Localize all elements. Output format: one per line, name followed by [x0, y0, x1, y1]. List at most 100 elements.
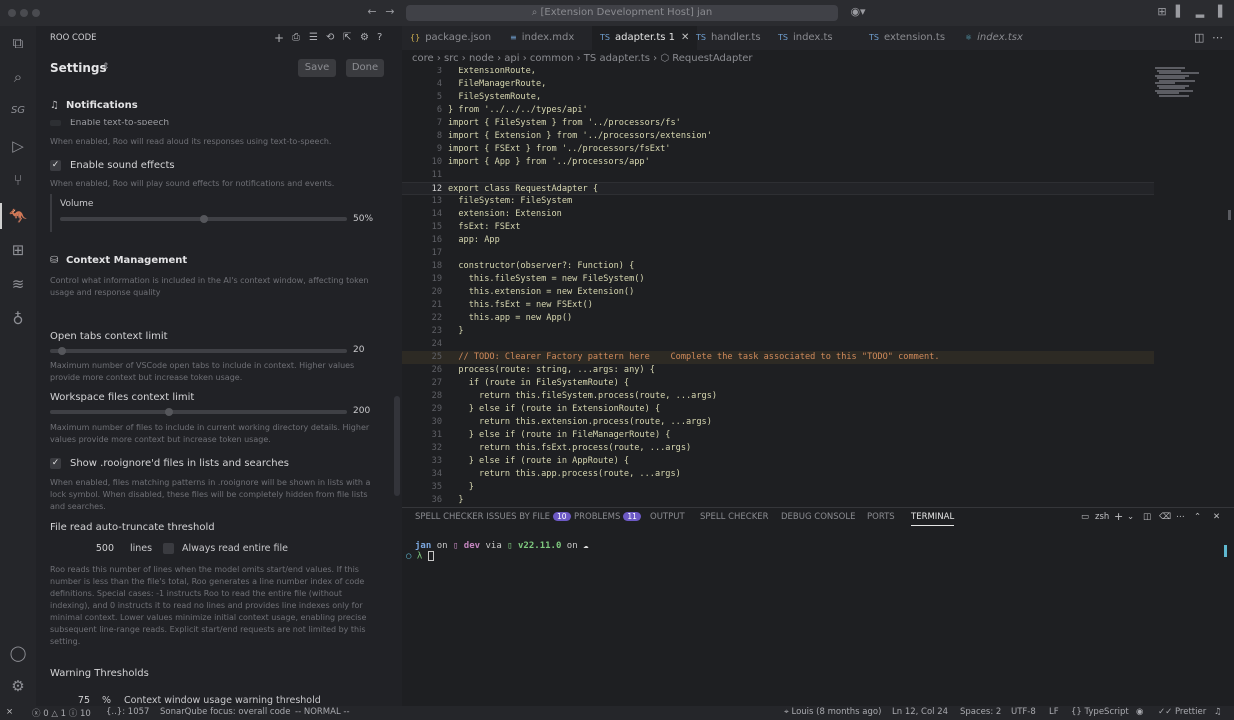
code-line[interactable]: 3 ExtensionRoute, — [402, 67, 1154, 78]
new-terminal-plus-icon[interactable]: + — [1114, 510, 1123, 523]
warning-threshold-input[interactable]: 75 — [70, 695, 90, 706]
copilot-status-icon[interactable]: ◉ — [1136, 707, 1143, 717]
tab-index-ts[interactable]: TS index.ts — [778, 26, 833, 50]
code-line[interactable]: 7 import { FileSystem } from '../processo… — [402, 117, 1154, 130]
code-line[interactable]: 36 } — [402, 494, 1154, 507]
indentation-status[interactable]: Spaces: 2 — [960, 707, 1001, 717]
minimize-window-button[interactable] — [20, 9, 28, 17]
code-line[interactable]: 16 app: App — [402, 234, 1154, 247]
split-editor-icon[interactable]: ◫ — [1194, 26, 1204, 50]
code-line[interactable]: 19 this.fileSystem = new FileSystem() — [402, 273, 1154, 286]
code-line[interactable]: 26 process(route: string, ...args: any) … — [402, 364, 1154, 377]
editor-scrollbar[interactable] — [1228, 210, 1231, 220]
volume-slider-thumb[interactable] — [199, 215, 208, 223]
source-control-icon[interactable]: ⑂ — [8, 170, 28, 190]
open-tabs-slider-thumb[interactable] — [57, 347, 66, 355]
code-line[interactable]: 33 } else if (route in AppRoute) { — [402, 455, 1154, 468]
code-line[interactable]: 18 constructor(observer?: Function) { — [402, 260, 1154, 273]
code-line[interactable]: 15 fsExt: FSExt — [402, 221, 1154, 234]
help-icon[interactable]: ? — [377, 32, 382, 43]
code-line[interactable]: 17 — [402, 247, 1154, 260]
code-line[interactable]: 13 fileSystem: FileSystem — [402, 195, 1154, 208]
code-line[interactable]: 25 // TODO: Clearer Factory pattern here… — [402, 351, 1154, 364]
problems-status[interactable]: ⓧ 0 △ 1 ⓘ 10 — [32, 707, 91, 719]
git-blame-status[interactable]: ⌖ Louis (8 months ago) — [784, 707, 881, 717]
explorer-icon[interactable]: ⧉ — [8, 33, 28, 53]
trash-icon[interactable]: ⌫ — [1159, 512, 1171, 522]
manage-gear-icon[interactable]: ⚙ — [8, 676, 28, 696]
language-status[interactable]: {} TypeScript — [1071, 707, 1129, 717]
code-line[interactable]: 10 import { App } from '../processors/app… — [402, 156, 1154, 169]
lightbulb-icon[interactable]: ♁ — [8, 309, 28, 329]
chevron-down-icon[interactable]: ⌄ — [1127, 512, 1134, 522]
code-line[interactable]: 30 return this.extension.process(route, … — [402, 416, 1154, 429]
volume-slider[interactable] — [60, 215, 347, 223]
maximize-window-button[interactable] — [32, 9, 40, 17]
tab-index-mdx[interactable]: ≡ index.mdx — [510, 26, 574, 50]
workspace-files-slider[interactable] — [50, 408, 347, 416]
code-editor[interactable]: 3 ExtensionRoute, 4 FileManagerRoute, 5 Fi… — [402, 67, 1162, 507]
more-actions-icon[interactable]: ⋯ — [1176, 512, 1185, 522]
code-line[interactable]: 5 FileSystemRoute, — [402, 91, 1154, 104]
save-button[interactable]: Save — [298, 59, 336, 77]
tab-spell-checker-issues[interactable]: SPELL CHECKER ISSUES BY FILE 10 — [415, 512, 571, 522]
tab-ports[interactable]: PORTS — [867, 512, 895, 522]
toggle-panel-icon[interactable]: ▂ — [1194, 6, 1206, 18]
chevron-updown-icon[interactable]: ⇕ — [102, 62, 110, 72]
panel-scrollbar[interactable] — [394, 396, 400, 496]
back-arrow-icon[interactable]: ← — [366, 6, 378, 18]
open-tabs-slider[interactable] — [50, 347, 347, 355]
split-terminal-icon[interactable]: ◫ — [1143, 512, 1151, 522]
close-panel-icon[interactable]: ✕ — [1213, 512, 1220, 522]
sound-effects-checkbox[interactable]: ✓ — [50, 160, 61, 171]
workspace-files-slider-thumb[interactable] — [164, 408, 173, 416]
tab-index-tsx[interactable]: ⚛ index.tsx — [965, 26, 1023, 50]
terminal[interactable]: jan on ▯ dev via ▯ v22.11.0 on ☁ ○ λ — [402, 529, 1234, 706]
toggle-secondary-sidebar-icon[interactable]: ▐ — [1212, 6, 1224, 18]
tab-spell-checker[interactable]: SPELL CHECKER — [700, 512, 769, 522]
code-line[interactable]: 11 — [402, 169, 1154, 182]
remote-icon[interactable]: ⨯ — [6, 707, 13, 717]
code-line[interactable]: 6} from '../../../types/api' — [402, 104, 1154, 117]
close-window-button[interactable] — [8, 9, 16, 17]
bracket-status[interactable]: {..}: 1057 — [106, 707, 149, 717]
forward-arrow-icon[interactable]: → — [384, 6, 396, 18]
layout-customize-icon[interactable]: ⊞ — [1156, 6, 1168, 18]
command-center-search[interactable]: ⌕ [Extension Development Host] jan — [406, 5, 838, 21]
code-line[interactable]: 24 — [402, 338, 1154, 351]
cursor-position-status[interactable]: Ln 12, Col 24 — [892, 707, 948, 717]
tab-handler-ts[interactable]: TS handler.ts — [696, 26, 761, 50]
notifications-bell-icon[interactable]: ♫ — [1214, 707, 1222, 717]
new-task-plus-icon[interactable]: + — [274, 31, 284, 45]
copilot-icon[interactable]: ◉▾ — [848, 6, 868, 18]
code-line[interactable]: 14 extension: Extension — [402, 208, 1154, 221]
code-line[interactable]: 27 if (route in FileSystemRoute) { — [402, 377, 1154, 390]
close-icon[interactable]: ✕ — [681, 32, 689, 43]
truncate-threshold-input[interactable]: 500 — [76, 543, 114, 554]
account-icon[interactable]: ◯ — [8, 643, 28, 663]
code-line[interactable]: 4 FileManagerRoute, — [402, 78, 1154, 91]
code-line[interactable]: 8 import { Extension } from '../processor… — [402, 130, 1154, 143]
tts-checkbox[interactable] — [50, 120, 61, 126]
history-icon[interactable]: ⟲ — [326, 32, 334, 43]
prettier-status[interactable]: ✓✓ Prettier — [1158, 707, 1206, 717]
tab-debug-console[interactable]: DEBUG CONSOLE — [781, 512, 855, 522]
done-button[interactable]: Done — [346, 59, 384, 77]
run-debug-icon[interactable]: ▷ — [8, 136, 28, 156]
eol-status[interactable]: LF — [1049, 707, 1059, 717]
extensions-icon[interactable]: ⊞ — [8, 240, 28, 260]
encoding-status[interactable]: UTF-8 — [1011, 707, 1036, 717]
code-line[interactable]: 12 export class RequestAdapter { — [402, 182, 1154, 195]
search-icon[interactable]: ⌕ — [8, 67, 28, 87]
code-line[interactable]: 9 import { FSExt } from '../processors/fs… — [402, 143, 1154, 156]
tab-problems[interactable]: PROBLEMS 11 — [574, 512, 641, 522]
always-read-checkbox[interactable] — [163, 543, 174, 554]
mcp-servers-icon[interactable]: ☰ — [309, 32, 318, 43]
code-line[interactable]: 22 this.app = new App() — [402, 312, 1154, 325]
code-line[interactable]: 35 } — [402, 481, 1154, 494]
code-line[interactable]: 23 } — [402, 325, 1154, 338]
roo-code-kangaroo-icon[interactable]: 🦘 — [8, 206, 28, 226]
sonarlint-icon[interactable]: SG — [8, 101, 28, 121]
tab-adapter-ts[interactable]: TS adapter.ts 1 ✕ — [592, 26, 698, 50]
code-line[interactable]: 32 return this.fsExt.process(route, ...a… — [402, 442, 1154, 455]
